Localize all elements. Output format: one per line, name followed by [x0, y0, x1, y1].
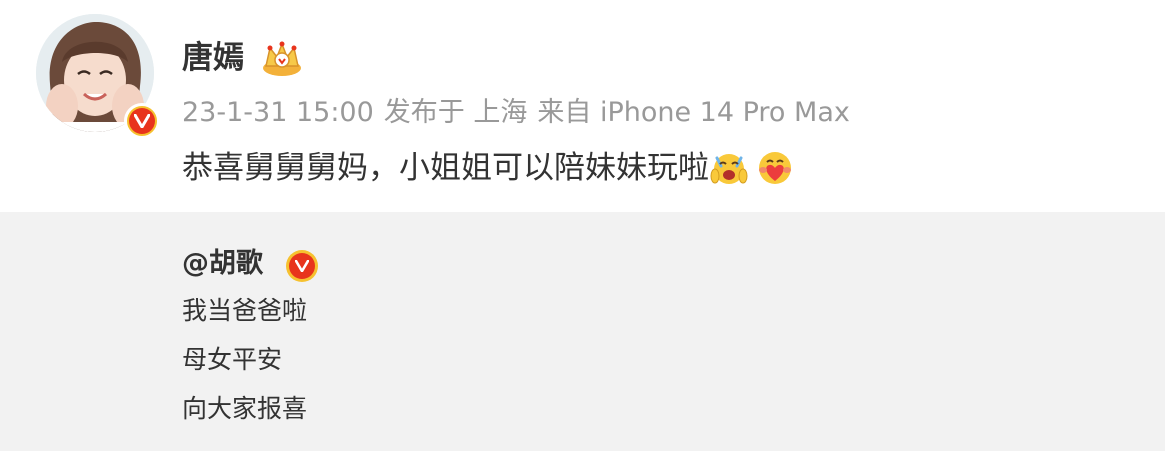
verified-icon	[286, 250, 318, 282]
post-location: 发布于 上海	[383, 97, 528, 128]
weibo-post-card: 唐嫣 23-1-31 15:00 发布于 上海 来自 iPhone 14 Pro M…	[0, 0, 1165, 451]
repost-text-line: 母女平安	[182, 345, 283, 374]
crown-icon[interactable]	[260, 38, 304, 78]
repost-text-line: 我当爸爸啦	[182, 296, 308, 325]
author-name[interactable]: 唐嫣	[182, 38, 244, 78]
post-date[interactable]: 23-1-31 15:00	[182, 97, 374, 128]
post-source: 来自 iPhone 14 Pro Max	[537, 97, 850, 128]
avatar-container[interactable]	[36, 14, 160, 139]
verified-icon	[124, 103, 160, 139]
post-content: 恭喜舅舅舅妈，小姐姐可以陪妹妹玩啦	[182, 146, 795, 190]
repost-author[interactable]: @胡歌	[182, 246, 263, 282]
heart-hug-emoji-icon	[755, 148, 795, 188]
post-text: 恭喜舅舅舅妈，小姐姐可以陪妹妹玩啦	[182, 150, 709, 186]
post-meta: 23-1-31 15:00 发布于 上海 来自 iPhone 14 Pro Max	[182, 94, 860, 132]
repost-text-line: 向大家报喜	[182, 394, 308, 423]
excited-scream-emoji-icon	[709, 148, 749, 188]
repost-block[interactable]: @胡歌 我当爸爸啦 母女平安 向大家报喜	[0, 212, 1165, 451]
